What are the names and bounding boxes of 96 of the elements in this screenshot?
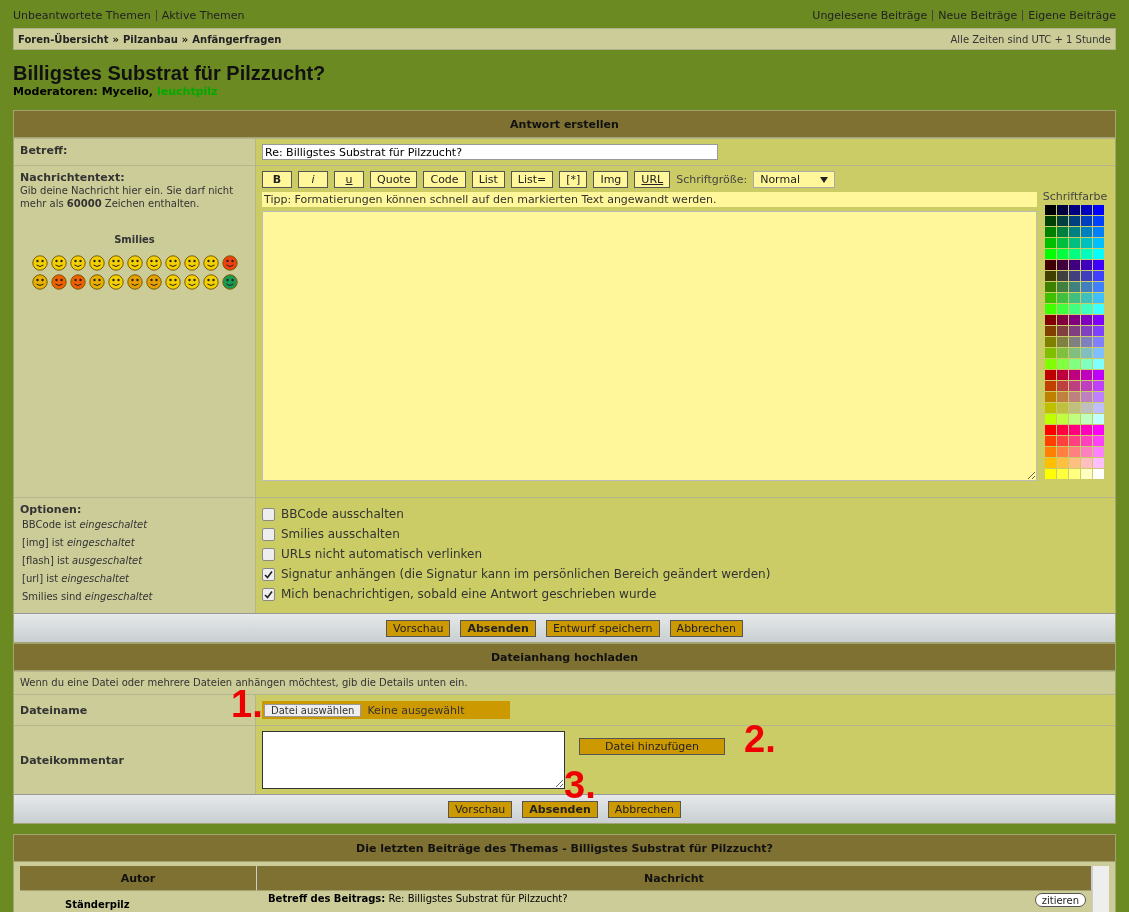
checkbox[interactable] <box>262 567 275 581</box>
annotation-number: 2. <box>744 720 776 758</box>
smiley-icon[interactable] <box>126 255 143 271</box>
option-status: BBCode ist eingeschaltet <box>21 518 149 532</box>
breadcrumb-separator: » <box>112 33 119 45</box>
submit-button[interactable]: Entwurf speichern <box>545 619 660 637</box>
smiley-icon[interactable] <box>50 255 67 271</box>
font-color-label: Schriftfarbe <box>1042 190 1108 203</box>
submit-button[interactable]: Abbrechen <box>669 619 743 637</box>
format-button[interactable]: i <box>298 171 328 188</box>
checkbox[interactable] <box>262 527 275 541</box>
moderators-label: Moderatoren: <box>13 85 98 98</box>
cite-post-button[interactable]: zitieren <box>1034 893 1086 907</box>
checkbox-label: URLs nicht automatisch verlinken <box>281 547 483 561</box>
smilies-title: Smilies <box>113 234 156 245</box>
comment-label: Dateikommentar <box>20 753 125 767</box>
message-label: Nachrichtentext: <box>20 171 126 184</box>
font-size-select[interactable]: Normal <box>753 171 836 188</box>
breadcrumb-separator: » <box>181 33 189 45</box>
format-button[interactable]: B <box>262 171 292 188</box>
topic-title: Billigstes Substrat für Pilzzucht? <box>13 62 327 85</box>
option-status: [url] ist eingeschaltet <box>21 572 130 586</box>
subject-label: Betreff: <box>20 144 69 157</box>
format-button[interactable]: List <box>471 171 505 188</box>
smiley-icon[interactable] <box>69 274 86 290</box>
message-hint: Gib deine Nachricht hier ein. Sie darf nicht mehr als 60000 Zeichen enthalten. <box>20 184 235 210</box>
nav-link[interactable]: Ungelesene Beiträge <box>812 8 928 22</box>
smiley-icon[interactable] <box>164 255 181 271</box>
smiley-icon[interactable] <box>31 274 48 290</box>
smiley-icon[interactable] <box>145 255 162 271</box>
checkbox[interactable] <box>262 587 275 601</box>
timezone-text: Alle Zeiten sind UTC + 1 Stunde <box>950 33 1111 45</box>
option-status: Smilies sind eingeschaltet <box>21 590 154 604</box>
option-status: [img] ist eingeschaltet <box>21 536 136 550</box>
checkbox[interactable] <box>262 507 275 521</box>
message-field[interactable] <box>262 211 1037 481</box>
panel-header: Antwort erstellen <box>14 111 1115 138</box>
file-input[interactable]: Datei auswählen Keine ausgewählt <box>262 701 510 719</box>
subject-field[interactable]: Re: Billigstes Substrat für Pilzzucht? <box>262 144 718 160</box>
checkbox-label: BBCode ausschalten <box>281 507 404 521</box>
font-size-label: Schriftgröße: <box>676 173 748 186</box>
smiley-icon[interactable] <box>202 274 219 290</box>
smiley-icon[interactable] <box>107 255 124 271</box>
subject-label: Betreff des Beitrags: <box>268 893 386 904</box>
smiley-icon[interactable] <box>183 274 200 290</box>
smiley-icon[interactable] <box>31 255 48 271</box>
author-name: Ständerpilz <box>65 899 130 910</box>
checkbox-label: Smilies ausschalten <box>281 527 400 541</box>
scrollbar[interactable] <box>1092 866 1109 912</box>
color-palette-drawing[interactable] <box>1045 205 1105 480</box>
checkbox-label: Signatur anhängen (die Signatur kann im persönlichen Bereich geändert werden) <box>281 567 771 581</box>
nav-link[interactable]: Neue Beiträge <box>938 8 1018 22</box>
panel-header: Die letzten Beiträge des Themas - Billigstes Substrat für Pilzzucht? <box>14 835 1115 862</box>
post-subject: Re: Billigstes Substrat für Pilzzucht? <box>388 893 568 904</box>
smiley-icon[interactable] <box>126 274 143 290</box>
add-file-button[interactable]: Datei hinzufügen <box>579 738 725 755</box>
breadcrumb-link[interactable]: Anfängerfragen <box>192 33 282 45</box>
smiley-icon[interactable] <box>88 255 105 271</box>
smiley-icon[interactable] <box>164 274 181 290</box>
submit-button[interactable]: Vorschau <box>447 800 513 818</box>
nav-link[interactable]: Unbeantwortete Themen <box>13 8 151 22</box>
format-button[interactable]: Quote <box>370 171 418 188</box>
smiley-icon[interactable] <box>50 274 67 290</box>
panel-header: Dateianhang hochladen <box>14 644 1115 671</box>
smiley-icon[interactable] <box>107 274 124 290</box>
column-header: Nachricht <box>257 866 1092 891</box>
option-status: [flash] ist ausgeschaltet <box>21 554 144 568</box>
checkbox[interactable] <box>262 547 275 561</box>
smiley-icon[interactable] <box>221 274 238 290</box>
format-button[interactable]: URL <box>634 171 671 188</box>
caret-icon <box>820 176 829 183</box>
smiley-icon[interactable] <box>183 255 200 271</box>
smiley-icon[interactable] <box>69 255 86 271</box>
format-button[interactable]: Img <box>593 171 629 188</box>
comment-field[interactable] <box>262 731 565 789</box>
column-header: Autor <box>20 866 257 891</box>
tip-text: Tipp: Formatierungen können schnell auf den markierten Text angewandt werden. <box>262 192 1037 207</box>
breadcrumb-link[interactable]: Pilzanbau <box>122 33 178 45</box>
checkbox-label: Mich benachrichtigen, sobald eine Antwort geschrieben wurde <box>281 587 657 601</box>
format-button[interactable]: u <box>334 171 364 188</box>
options-label: Optionen: <box>20 503 83 516</box>
nav-link[interactable]: Eigene Beiträge <box>1028 8 1116 22</box>
breadcrumb-link[interactable]: Foren-Übersicht <box>18 33 109 45</box>
nav-link[interactable]: Aktive Themen <box>161 8 245 22</box>
moderator-link[interactable]: Mycelio, <box>101 85 153 98</box>
smiley-icon[interactable] <box>221 255 238 271</box>
submit-button[interactable]: Vorschau <box>386 619 451 637</box>
format-button[interactable]: List= <box>510 171 554 188</box>
smiley-icon[interactable] <box>202 255 219 271</box>
format-button[interactable]: [*] <box>559 171 588 188</box>
smiley-icon[interactable] <box>88 274 105 290</box>
submit-button[interactable]: Absenden <box>460 619 536 637</box>
submit-button[interactable]: Absenden <box>522 800 598 818</box>
submit-button[interactable]: Abbrechen <box>607 800 682 818</box>
format-button[interactable]: Code <box>423 171 466 188</box>
smiley-icon[interactable] <box>145 274 162 290</box>
